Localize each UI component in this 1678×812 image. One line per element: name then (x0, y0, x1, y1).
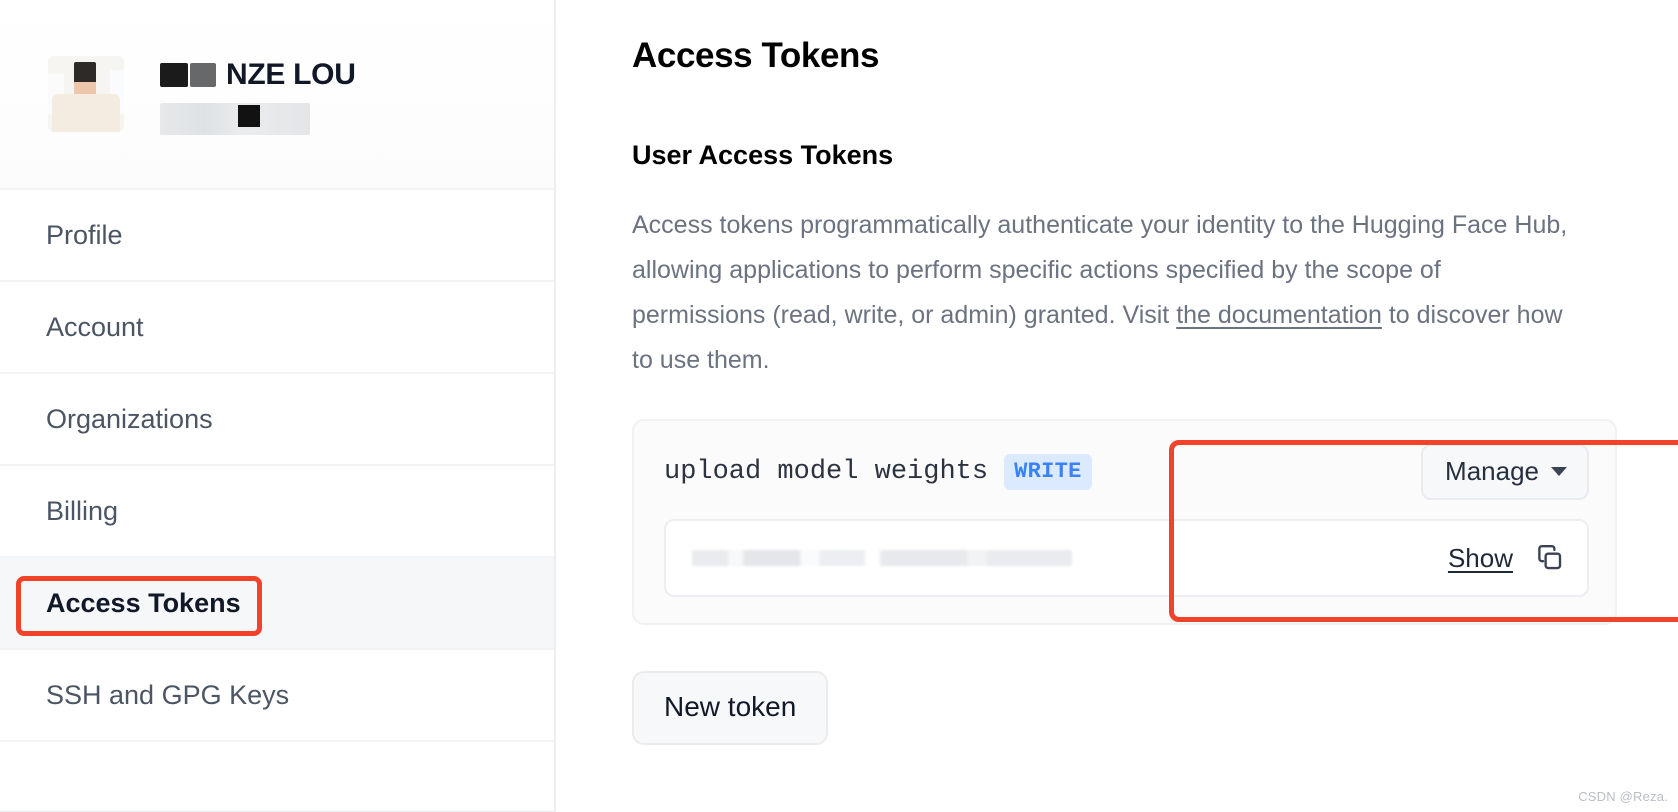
sidebar-item-label: Organizations (46, 403, 213, 434)
sidebar-item-profile[interactable]: Profile (0, 190, 554, 282)
token-role-badge: WRITE (1004, 454, 1092, 490)
tokens-card: upload model weights WRITE Manage Show (632, 419, 1617, 625)
sidebar: NZE LOU Profile Account Organizations Bi… (0, 0, 556, 812)
manage-button[interactable]: Manage (1421, 444, 1589, 500)
token-header-row: upload model weights WRITE Manage (664, 444, 1589, 500)
section-title: User Access Tokens (632, 140, 894, 170)
page-title: Access Tokens (632, 36, 880, 75)
profile-name-row: NZE LOU (160, 53, 356, 97)
token-value-row: Show (664, 519, 1589, 597)
sidebar-nav: Profile Account Organizations Billing Ac… (0, 190, 554, 742)
chevron-down-icon (1551, 467, 1567, 476)
sidebar-item-label: Profile (46, 219, 123, 250)
redacted-name-block (160, 63, 188, 87)
main-content: Access Tokens User Access Tokens Access … (556, 0, 1678, 812)
copy-icon[interactable] (1535, 543, 1565, 573)
profile-text: NZE LOU (160, 53, 356, 135)
watermark: CSDN @Reza. (1578, 789, 1668, 804)
sidebar-item-label: SSH and GPG Keys (46, 679, 290, 710)
new-token-button[interactable]: New token (632, 671, 829, 745)
sidebar-item-billing[interactable]: Billing (0, 466, 554, 558)
profile-display-name: NZE LOU (226, 58, 356, 91)
redacted-name-block (190, 63, 216, 87)
sidebar-item-label: Account (46, 311, 144, 342)
description-paragraph: Access tokens programmatically authentic… (632, 203, 1572, 383)
sidebar-item-access-tokens[interactable]: Access Tokens (0, 558, 554, 650)
sidebar-item-account[interactable]: Account (0, 282, 554, 374)
sidebar-item-organizations[interactable]: Organizations (0, 374, 554, 466)
redacted-profile-handle (160, 103, 310, 135)
manage-button-label: Manage (1445, 456, 1539, 486)
avatar (48, 56, 124, 132)
sidebar-item-label: Access Tokens (46, 587, 241, 618)
sidebar-profile-block[interactable]: NZE LOU (0, 0, 554, 190)
token-name: upload model weights (664, 457, 989, 487)
show-token-link[interactable]: Show (1448, 543, 1513, 574)
sidebar-item-label: Billing (46, 495, 119, 526)
masked-token-value (692, 550, 1072, 566)
documentation-link[interactable]: the documentation (1176, 301, 1382, 329)
settings-page: NZE LOU Profile Account Organizations Bi… (0, 0, 1678, 812)
sidebar-item-ssh-and-gpg-keys[interactable]: SSH and GPG Keys (0, 650, 554, 742)
